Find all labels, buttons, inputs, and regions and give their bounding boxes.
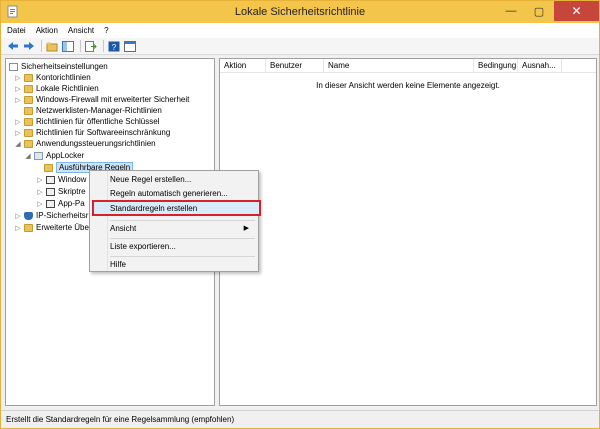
tree-item-kontorichtlinien[interactable]: ▷ Kontorichtlinien	[14, 72, 91, 83]
empty-list-message: In dieser Ansicht werden keine Elemente …	[316, 81, 500, 90]
submenu-arrow-icon: ▶	[243, 225, 249, 232]
menu-aktion[interactable]: Aktion	[36, 26, 58, 35]
expand-arrow-icon[interactable]: ▷	[14, 129, 22, 137]
tree-item-label: Window	[58, 175, 87, 184]
close-button[interactable]: ✕	[554, 1, 599, 21]
column-benutzer[interactable]: Benutzer	[266, 59, 324, 73]
context-menu[interactable]: Neue Regel erstellen... Regeln automatis…	[89, 170, 261, 272]
folder-up-icon[interactable]	[46, 40, 58, 52]
expand-arrow-icon[interactable]: ▷	[36, 176, 44, 184]
tree-item-windows-installer[interactable]: ▷ Window	[36, 174, 86, 185]
toolbar: ?	[1, 38, 599, 55]
export-list-icon[interactable]	[85, 40, 97, 52]
status-bar: Erstellt die Standardregeln für eine Reg…	[1, 410, 599, 428]
tree-item-label: Netzwerklisten-Manager-Richtlinien	[36, 106, 162, 115]
tree-item-label: Richtlinien für Softwareeinschränkung	[36, 128, 171, 137]
folder-icon	[24, 128, 33, 137]
expand-arrow-icon[interactable]: ▷	[36, 188, 44, 196]
tree-item-label: Erweiterte Über	[36, 223, 92, 232]
menu-ansicht[interactable]: Ansicht	[68, 26, 94, 35]
tree-item-ip-security[interactable]: ▷ IP-Sicherheitsri	[14, 210, 90, 221]
applocker-icon	[34, 151, 43, 160]
tree-item-applocker[interactable]: ◢ AppLocker	[24, 150, 84, 161]
folder-icon	[24, 73, 33, 82]
expand-arrow-icon[interactable]: ▷	[36, 200, 44, 208]
folder-icon	[24, 139, 33, 148]
svg-text:?: ?	[112, 43, 117, 52]
menu-separator	[110, 220, 255, 221]
expand-arrow-icon[interactable]: ▷	[14, 85, 22, 93]
menu-bar: Datei Aktion Ansicht ?	[1, 23, 599, 38]
folder-icon	[24, 95, 33, 104]
toolbar-separator	[103, 40, 104, 52]
app-package-icon	[46, 199, 55, 208]
menu-item-default-rules[interactable]: Standardregeln erstellen	[110, 202, 197, 216]
tree-item-label: Sicherheitseinstellungen	[21, 62, 108, 71]
minimize-button[interactable]: —	[497, 1, 525, 21]
expand-arrow-icon[interactable]: ▷	[14, 74, 22, 82]
toolbar-separator	[80, 40, 81, 52]
status-text: Erstellt die Standardregeln für eine Reg…	[6, 415, 235, 424]
back-arrow-icon[interactable]	[7, 40, 19, 52]
tree-item-software-restriction[interactable]: ▷ Richtlinien für Softwareeinschränkung	[14, 127, 170, 138]
tree-item-anwendungssteuerung[interactable]: ◢ Anwendungssteuerungsrichtlinien	[14, 138, 156, 149]
collapse-arrow-icon[interactable]: ◢	[24, 152, 32, 160]
toolbar-separator	[41, 40, 42, 52]
expand-arrow-icon[interactable]: ▷	[14, 118, 22, 126]
title-bar[interactable]: Lokale Sicherheitsrichtlinie — ▢ ✕	[1, 1, 599, 23]
tree-item-root[interactable]: Sicherheitseinstellungen	[9, 61, 108, 72]
menu-item-label: Ansicht	[110, 224, 137, 233]
tree-item-netzwerklisten[interactable]: Netzwerklisten-Manager-Richtlinien	[24, 105, 162, 116]
folder-icon	[24, 84, 33, 93]
column-ausnahmen[interactable]: Ausnah...	[518, 59, 562, 73]
maximize-button[interactable]: ▢	[525, 1, 553, 21]
tree-item-label: App-Pa	[58, 199, 85, 208]
folder-icon	[24, 223, 33, 232]
tree-item-label: Anwendungssteuerungsrichtlinien	[36, 139, 156, 148]
window: Lokale Sicherheitsrichtlinie — ▢ ✕ Datei…	[0, 0, 600, 429]
folder-icon	[44, 163, 53, 172]
script-icon	[46, 187, 55, 196]
tree-item-label: Richtlinien für öffentliche Schlüssel	[36, 117, 160, 126]
menu-separator	[110, 256, 255, 257]
installer-icon	[46, 175, 55, 184]
tree-item-label: Lokale Richtlinien	[36, 84, 99, 93]
menu-separator	[110, 238, 255, 239]
collapse-arrow-icon[interactable]: ◢	[14, 140, 22, 148]
tree-item-label: Skriptre	[58, 187, 86, 196]
expand-arrow-icon[interactable]: ▷	[14, 224, 22, 232]
tree-item-audit-policy[interactable]: ▷ Erweiterte Über	[14, 222, 92, 233]
tree-item-label: IP-Sicherheitsri	[36, 211, 91, 220]
menu-item-export-list[interactable]: Liste exportieren...	[110, 240, 176, 254]
tree-item-app-package[interactable]: ▷ App-Pa	[36, 198, 85, 209]
menu-item-help[interactable]: Hilfe	[110, 258, 126, 272]
menu-item-auto-generate[interactable]: Regeln automatisch generieren...	[110, 187, 228, 201]
help-icon[interactable]: ?	[108, 40, 120, 52]
column-name[interactable]: Name	[324, 59, 474, 73]
tree-item-label: AppLocker	[46, 151, 85, 160]
menu-item-new-rule[interactable]: Neue Regel erstellen...	[110, 173, 191, 187]
forward-arrow-icon[interactable]	[23, 40, 35, 52]
tree-item-public-key[interactable]: ▷ Richtlinien für öffentliche Schlüssel	[14, 116, 159, 127]
folder-icon	[24, 106, 33, 115]
tree-item-label: Kontorichtlinien	[36, 73, 91, 82]
tree-item-windows-firewall[interactable]: ▷ Windows-Firewall mit erweiterter Siche…	[14, 94, 189, 105]
menu-datei[interactable]: Datei	[7, 26, 26, 35]
menu-help[interactable]: ?	[104, 26, 108, 35]
column-aktion[interactable]: Aktion	[220, 59, 266, 73]
folder-icon	[24, 117, 33, 126]
tree-item-label: Windows-Firewall mit erweiterter Sicherh…	[36, 95, 190, 104]
expand-arrow-icon[interactable]: ▷	[14, 212, 22, 220]
list-pane[interactable]: Aktion Benutzer Name Bedingung Ausnah...…	[219, 58, 597, 406]
tree-item-script-rules[interactable]: ▷ Skriptre	[36, 186, 86, 197]
expand-arrow-icon[interactable]: ▷	[14, 96, 22, 104]
context-menu-gutter	[90, 171, 108, 271]
view-pane-icon[interactable]	[62, 40, 74, 52]
column-bedingung[interactable]: Bedingung	[474, 59, 518, 73]
console-icon[interactable]	[124, 40, 136, 52]
tree-item-lokale-richtlinien[interactable]: ▷ Lokale Richtlinien	[14, 83, 99, 94]
ip-security-icon	[24, 211, 33, 220]
security-settings-icon	[9, 62, 18, 71]
menu-item-view[interactable]: Ansicht ▶	[110, 222, 255, 236]
